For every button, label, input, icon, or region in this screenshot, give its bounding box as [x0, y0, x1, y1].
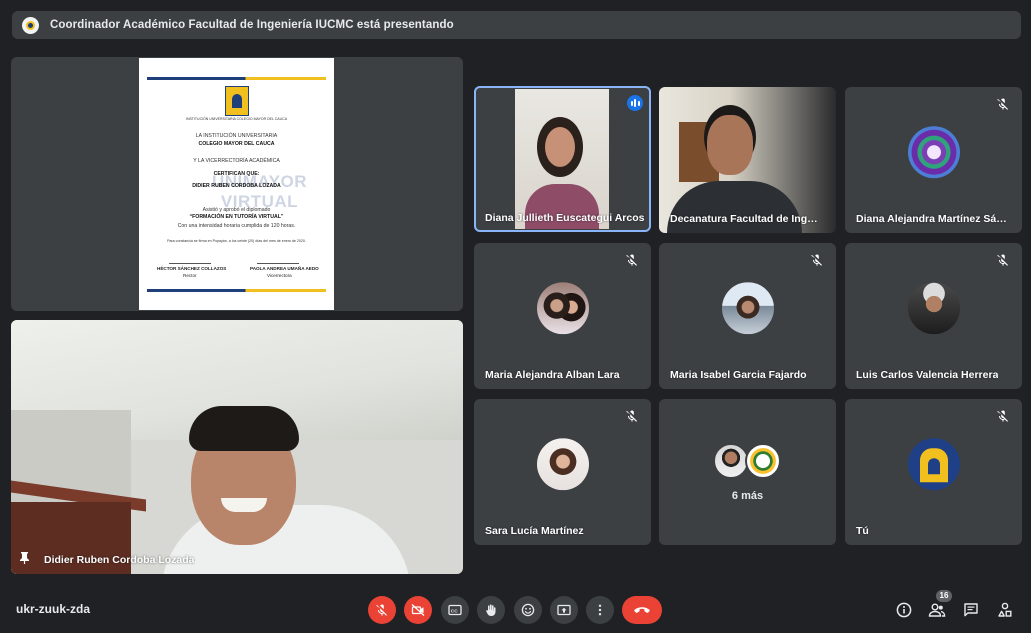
participant-face: [545, 127, 575, 167]
participant-avatar: [907, 126, 960, 179]
participant-name: Diana Alejandra Martínez Sánchez: [856, 213, 1008, 225]
camera-off-icon: [411, 604, 425, 616]
mic-toggle-button[interactable]: [368, 596, 396, 624]
more-participants-label: 6 más: [731, 490, 764, 502]
pin-icon[interactable]: [20, 552, 29, 564]
emoji-button[interactable]: [514, 596, 542, 624]
signer-1-role: Rector: [183, 273, 197, 278]
doc-line-9: Para constancia se firma en Popayán, a l…: [167, 239, 306, 243]
activities-button[interactable]: [994, 599, 1016, 621]
mic-off-icon: [626, 254, 637, 266]
mic-off-icon: [997, 410, 1008, 422]
mic-off-icon: [376, 604, 387, 616]
activities-icon: [998, 602, 1012, 617]
participant-name: Tú: [856, 525, 869, 537]
participant-tile[interactable]: Diana Alejandra Martínez Sánchez: [845, 87, 1022, 233]
mic-off-icon: [997, 254, 1008, 266]
certificate-document: INSTITUCIÓN UNIVERSITARIA COLEGIO MAYOR …: [139, 58, 334, 310]
chat-icon: [964, 603, 978, 617]
raise-hand-button[interactable]: [477, 596, 505, 624]
self-avatar-door: [927, 458, 940, 475]
participant-tile[interactable]: Luis Carlos Valencia Herrera: [845, 243, 1022, 389]
participant-name: Luis Carlos Valencia Herrera: [856, 369, 999, 381]
doc-line-4: CERTIFICAN QUE:: [213, 171, 260, 177]
participant-avatar: [536, 438, 589, 491]
more-options-button[interactable]: [586, 596, 614, 624]
captions-icon: CC: [448, 604, 462, 616]
emoji-icon: [521, 603, 535, 617]
participant-body: [667, 181, 802, 233]
speaking-indicator-icon: [627, 95, 643, 111]
present-icon: [557, 604, 571, 616]
meeting-details-button[interactable]: [893, 599, 915, 621]
participant-avatar: [744, 443, 781, 479]
presentation-tile[interactable]: INSTITUCIÓN UNIVERSITARIA COLEGIO MAYOR …: [11, 57, 463, 311]
participant-count-badge: 16: [936, 590, 952, 602]
leave-call-button[interactable]: [622, 596, 662, 624]
speaker-tile[interactable]: Didier Ruben Cordoba Lozada: [11, 320, 463, 574]
speaker-smile: [221, 498, 267, 512]
captions-button[interactable]: CC: [441, 596, 469, 624]
camera-toggle-button[interactable]: [404, 596, 432, 624]
participant-name: Maria Isabel Garcia Fajardo: [670, 369, 807, 381]
participant-name: Sara Lucía Martínez: [485, 525, 584, 537]
doc-line-8: Con una intensidad horaria cumplida de 1…: [177, 223, 296, 229]
chat-button[interactable]: [960, 599, 982, 621]
participant-tile[interactable]: Sara Lucía Martínez: [474, 399, 651, 545]
signature-2: [257, 254, 299, 264]
signer-2-name: PAOLA ANDREA UMAÑA AEDO: [250, 266, 319, 271]
participant-video: [659, 87, 836, 233]
svg-text:CC: CC: [451, 608, 458, 614]
present-now-button[interactable]: [550, 596, 578, 624]
participant-video: [515, 89, 609, 229]
participant-avatar: [907, 282, 960, 335]
participant-tile[interactable]: Maria Alejandra Alban Lara: [474, 243, 651, 389]
signature-1: [169, 254, 211, 264]
participant-avatar: [721, 282, 774, 335]
people-button[interactable]: [926, 599, 948, 621]
participant-tile[interactable]: Diana Jullieth Euscategui Arcos: [474, 86, 651, 232]
signer-2-role: Vicerrectora: [267, 273, 292, 278]
hangup-icon: [634, 607, 650, 613]
presenting-banner: Coordinador Académico Facultad de Ingeni…: [12, 11, 1021, 39]
doc-line-2: COLEGIO MAYOR DEL CAUCA: [198, 141, 275, 147]
raise-hand-icon: [486, 604, 496, 617]
document-bottom-bar: [147, 289, 326, 292]
participant-name: Maria Alejandra Alban Lara: [485, 369, 620, 381]
speaker-name: Didier Ruben Cordoba Lozada: [44, 554, 195, 566]
signer-1-name: HÉCTOR SÁNCHEZ COLLAZOS: [157, 266, 227, 271]
document-top-bar: [147, 77, 326, 80]
people-icon: [928, 603, 946, 617]
watermark-text: UNIMAYOR VIRTUAL: [212, 172, 307, 211]
self-avatar: [907, 438, 960, 491]
more-options-icon: [598, 604, 602, 616]
participant-name: Decanatura Facultad de Ingeniería: [670, 213, 820, 225]
presenting-text: Coordinador Académico Facultad de Ingeni…: [50, 19, 454, 31]
doc-line-3: Y LA VICERRECTORÍA ACADÉMICA: [193, 158, 280, 164]
meet-window: Coordinador Académico Facultad de Ingeni…: [0, 0, 1031, 633]
participant-tile[interactable]: Decanatura Facultad de Ingeniería: [659, 87, 836, 233]
participant-tile[interactable]: Maria Isabel Garcia Fajardo: [659, 243, 836, 389]
doc-line-1: LA INSTITUCIÓN UNIVERSITARIA: [195, 133, 278, 139]
info-icon: [896, 602, 912, 618]
doc-line-6: Asistió y aprobó el diplomado: [202, 207, 271, 213]
participant-avatar: [712, 443, 749, 479]
presenter-logo-icon: [22, 16, 39, 34]
self-tile[interactable]: Tú: [845, 399, 1022, 545]
participant-name: Diana Jullieth Euscategui Arcos: [485, 212, 645, 224]
meeting-code: ukr-zuuk-zda: [16, 602, 91, 616]
participant-face: [707, 115, 753, 175]
doc-line-7: “FORMACIÓN EN TUTORÍA VIRTUAL”: [189, 214, 284, 220]
doc-line-5: DIDIER RUBEN CORDOBA LOZADA: [192, 183, 281, 189]
institution-logo-icon: [225, 86, 249, 116]
participant-avatar: [536, 282, 589, 335]
mic-off-icon: [811, 254, 822, 266]
logo-caption: INSTITUCIÓN UNIVERSITARIA COLEGIO MAYOR …: [185, 117, 288, 121]
more-avatars: [712, 443, 783, 479]
more-participants-tile[interactable]: 6 más: [659, 399, 836, 545]
speaker-hair: [189, 406, 299, 451]
mic-off-icon: [997, 98, 1008, 110]
mic-off-icon: [626, 410, 637, 422]
